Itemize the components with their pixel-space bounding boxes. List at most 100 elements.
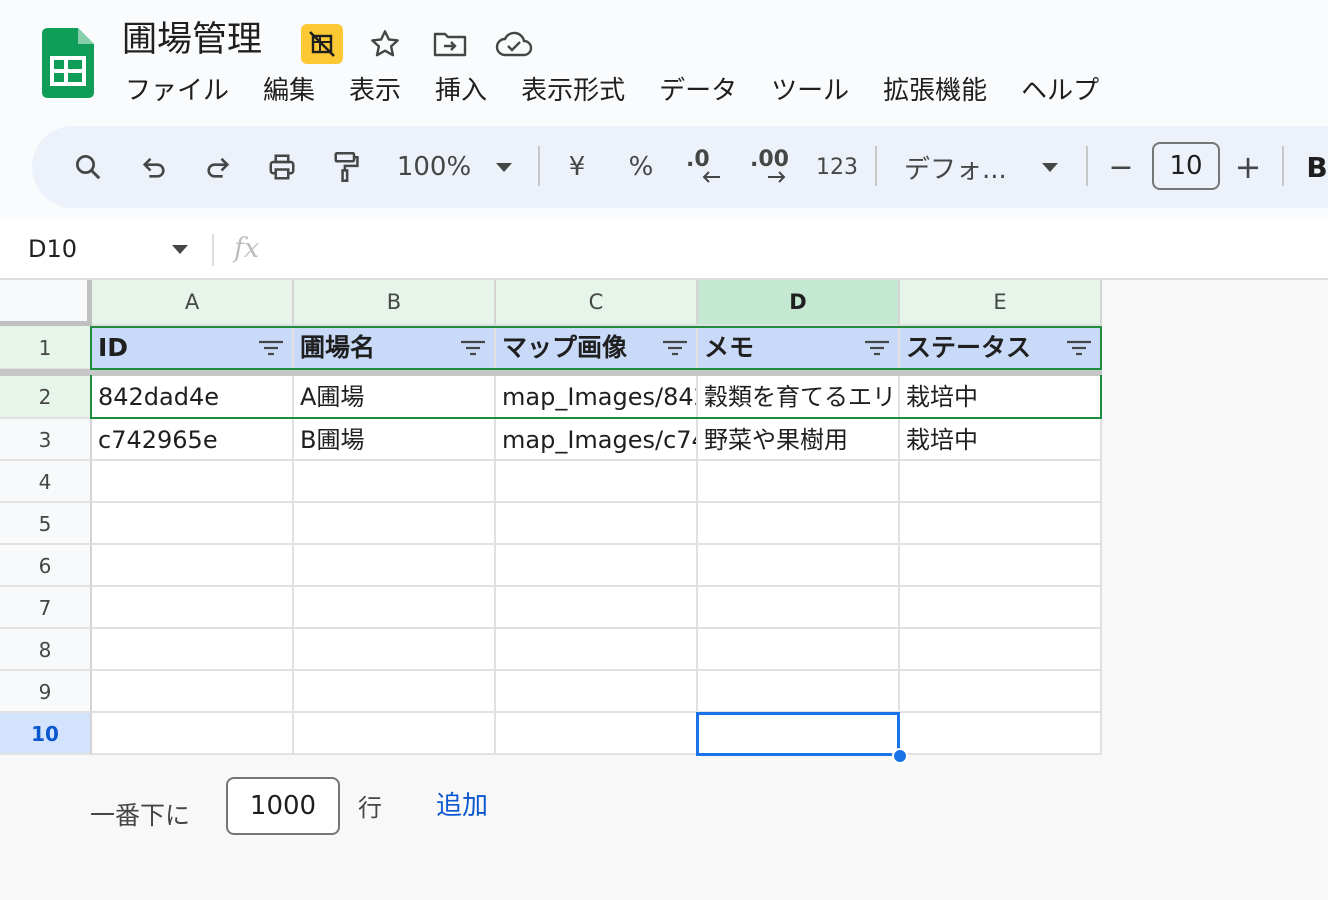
- undo-icon[interactable]: [134, 126, 174, 208]
- cell-a8[interactable]: [92, 629, 294, 671]
- cell-c1[interactable]: マップ画像: [496, 326, 698, 370]
- filter-icon[interactable]: [864, 340, 890, 356]
- chevron-down-icon[interactable]: [1038, 126, 1062, 208]
- cell-e6[interactable]: [900, 545, 1102, 587]
- cell-d3[interactable]: 野菜や果樹用: [698, 419, 900, 461]
- cell-e1[interactable]: ステータス: [900, 326, 1102, 370]
- column-header-d[interactable]: D: [698, 280, 900, 326]
- star-icon[interactable]: [367, 24, 403, 64]
- redo-icon[interactable]: [198, 126, 238, 208]
- row-header-7[interactable]: 7: [0, 587, 92, 629]
- no-share-icon[interactable]: [301, 24, 343, 64]
- chevron-down-icon[interactable]: [492, 126, 516, 208]
- cell-a6[interactable]: [92, 545, 294, 587]
- cell-e3[interactable]: 栽培中: [900, 419, 1102, 461]
- menu-data[interactable]: データ: [642, 68, 754, 114]
- menu-tools[interactable]: ツール: [754, 68, 866, 114]
- cell-b8[interactable]: [294, 629, 496, 671]
- cell-a4[interactable]: [92, 461, 294, 503]
- add-rows-count-input[interactable]: 1000: [226, 777, 340, 835]
- row-header-8[interactable]: 8: [0, 629, 92, 671]
- cell-a1[interactable]: ID: [92, 326, 294, 370]
- cell-b5[interactable]: [294, 503, 496, 545]
- cell-c10[interactable]: [496, 713, 698, 755]
- add-rows-button[interactable]: 追加: [436, 786, 488, 826]
- number-format-button[interactable]: 123: [812, 126, 862, 208]
- row-header-6[interactable]: 6: [0, 545, 92, 587]
- filter-icon[interactable]: [460, 340, 486, 356]
- decrease-font-size-button[interactable]: −: [1106, 126, 1136, 208]
- cell-a7[interactable]: [92, 587, 294, 629]
- cell-d4[interactable]: [698, 461, 900, 503]
- paint-format-icon[interactable]: [326, 126, 366, 208]
- menu-edit[interactable]: 編集: [246, 68, 332, 114]
- document-title[interactable]: 圃場管理: [122, 16, 262, 64]
- row-header-3[interactable]: 3: [0, 419, 92, 461]
- filter-icon[interactable]: [662, 340, 688, 356]
- menu-format[interactable]: 表示形式: [504, 68, 642, 114]
- cell-e10[interactable]: [900, 713, 1102, 755]
- menu-view[interactable]: 表示: [332, 68, 418, 114]
- cell-d1[interactable]: メモ: [698, 326, 900, 370]
- select-all-corner[interactable]: [0, 280, 92, 326]
- chevron-down-icon[interactable]: [172, 245, 188, 254]
- column-header-b[interactable]: B: [294, 280, 496, 326]
- font-family-select[interactable]: デフォ...: [904, 126, 1016, 208]
- sheets-logo-icon[interactable]: [42, 28, 94, 98]
- row-header-10[interactable]: 10: [0, 713, 92, 755]
- active-cell-highlight[interactable]: [696, 712, 900, 756]
- cell-d7[interactable]: [698, 587, 900, 629]
- font-size-input[interactable]: 10: [1152, 142, 1220, 190]
- menu-help[interactable]: ヘルプ: [1004, 68, 1116, 114]
- fill-handle[interactable]: [892, 748, 908, 764]
- cell-c5[interactable]: [496, 503, 698, 545]
- cell-c2[interactable]: map_Images/842: [496, 375, 698, 419]
- increase-decimal-button[interactable]: .00: [748, 126, 792, 208]
- cell-e4[interactable]: [900, 461, 1102, 503]
- column-header-c[interactable]: C: [496, 280, 698, 326]
- print-icon[interactable]: [262, 126, 302, 208]
- filter-icon[interactable]: [1066, 340, 1092, 356]
- cell-a2[interactable]: 842dad4e: [92, 375, 294, 419]
- menu-file[interactable]: ファイル: [108, 68, 246, 114]
- cell-b9[interactable]: [294, 671, 496, 713]
- cell-b2[interactable]: A圃場: [294, 375, 496, 419]
- decrease-decimal-button[interactable]: .0: [684, 126, 724, 208]
- freeze-divider[interactable]: [0, 369, 1102, 376]
- cell-c9[interactable]: [496, 671, 698, 713]
- row-header-2[interactable]: 2: [0, 375, 92, 419]
- name-box[interactable]: D10: [28, 220, 77, 278]
- cell-d6[interactable]: [698, 545, 900, 587]
- cell-b10[interactable]: [294, 713, 496, 755]
- row-header-5[interactable]: 5: [0, 503, 92, 545]
- filter-icon[interactable]: [258, 340, 284, 356]
- menu-insert[interactable]: 挿入: [418, 68, 504, 114]
- row-header-4[interactable]: 4: [0, 461, 92, 503]
- cell-a10[interactable]: [92, 713, 294, 755]
- zoom-select[interactable]: 100%: [394, 126, 474, 208]
- cell-c7[interactable]: [496, 587, 698, 629]
- column-header-a[interactable]: A: [92, 280, 294, 326]
- search-icon[interactable]: [68, 126, 108, 208]
- cell-a3[interactable]: c742965e: [92, 419, 294, 461]
- cell-e2[interactable]: 栽培中: [900, 375, 1102, 419]
- cell-c3[interactable]: map_Images/c74: [496, 419, 698, 461]
- cell-b7[interactable]: [294, 587, 496, 629]
- move-to-folder-icon[interactable]: [430, 24, 470, 64]
- currency-format-button[interactable]: ¥: [562, 126, 592, 208]
- bold-button[interactable]: B: [1302, 126, 1328, 208]
- cell-e7[interactable]: [900, 587, 1102, 629]
- cell-b3[interactable]: B圃場: [294, 419, 496, 461]
- cell-e5[interactable]: [900, 503, 1102, 545]
- cell-e9[interactable]: [900, 671, 1102, 713]
- percent-format-button[interactable]: %: [626, 126, 656, 208]
- cloud-saved-icon[interactable]: [494, 24, 534, 64]
- menu-extensions[interactable]: 拡張機能: [866, 68, 1004, 114]
- cell-c4[interactable]: [496, 461, 698, 503]
- cell-e8[interactable]: [900, 629, 1102, 671]
- increase-font-size-button[interactable]: +: [1232, 126, 1264, 208]
- cell-c6[interactable]: [496, 545, 698, 587]
- cell-a5[interactable]: [92, 503, 294, 545]
- cell-d5[interactable]: [698, 503, 900, 545]
- row-header-1[interactable]: 1: [0, 326, 92, 370]
